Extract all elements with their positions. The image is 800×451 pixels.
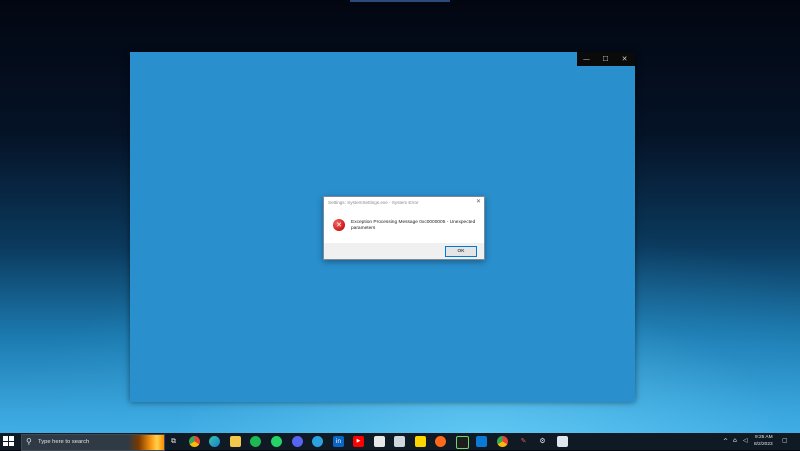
taskbar-search-box[interactable]: ⚲ Type here to search	[21, 434, 165, 451]
task-view-icon[interactable]: ⧉	[168, 436, 179, 447]
clock-date[interactable]: 8/2/2023	[754, 442, 773, 447]
volume-icon[interactable]: ◁	[743, 437, 748, 444]
discord-icon[interactable]	[292, 436, 303, 447]
chrome-icon[interactable]	[189, 436, 200, 447]
chrome-profile-icon[interactable]	[497, 436, 508, 447]
terminal-icon[interactable]	[456, 436, 469, 449]
system-error-dialog: Settings: SystemSettings.exe - System Er…	[323, 196, 485, 260]
minimize-button[interactable]: —	[577, 52, 596, 66]
whatsapp-icon[interactable]	[271, 436, 282, 447]
start-button[interactable]	[3, 436, 15, 447]
linkedin-icon[interactable]: in	[333, 436, 344, 447]
settings-gear-icon[interactable]: ⚙	[537, 436, 548, 447]
network-icon[interactable]: ⌂	[733, 437, 737, 444]
search-highlight-image	[128, 435, 164, 450]
dialog-title: Settings: SystemSettings.exe - System Er…	[328, 200, 419, 205]
edge-icon[interactable]	[209, 436, 220, 447]
pin-icon[interactable]: ✎	[518, 436, 529, 447]
ok-button[interactable]: OK	[445, 246, 477, 257]
telegram-icon[interactable]	[312, 436, 323, 447]
maximize-button[interactable]: ☐	[596, 52, 615, 66]
spotify-icon[interactable]	[250, 436, 261, 447]
search-icon: ⚲	[26, 437, 32, 446]
youtube-icon[interactable]: ▶	[353, 436, 364, 447]
search-placeholder: Type here to search	[38, 439, 90, 445]
dialog-footer: OK	[324, 243, 484, 259]
notepad-icon[interactable]	[394, 436, 405, 447]
dialog-close-button[interactable]: ✕	[476, 198, 481, 205]
tray-chevron-icon[interactable]: ^	[723, 438, 728, 445]
vscode-icon[interactable]	[476, 436, 487, 447]
store-icon[interactable]	[374, 436, 385, 447]
snipping-icon[interactable]	[557, 436, 568, 447]
notifications-icon[interactable]: ▢	[782, 437, 788, 444]
file-explorer-icon[interactable]	[230, 436, 241, 447]
sticky-notes-icon[interactable]	[415, 436, 426, 447]
top-edge-window	[350, 0, 450, 2]
dialog-message: Exception Processing Message 0xc0000005 …	[351, 220, 476, 231]
error-icon: ✕	[333, 219, 345, 231]
window-controls: — ☐ ✕	[577, 52, 635, 66]
clock-time[interactable]: 9:25 AM	[755, 435, 773, 440]
taskbar: ⚲ Type here to search ⧉ in ▶ ✎ ⚙ ^ ⌂ ◁ 9…	[0, 433, 800, 451]
close-button[interactable]: ✕	[615, 52, 634, 66]
brave-icon[interactable]	[435, 436, 446, 447]
